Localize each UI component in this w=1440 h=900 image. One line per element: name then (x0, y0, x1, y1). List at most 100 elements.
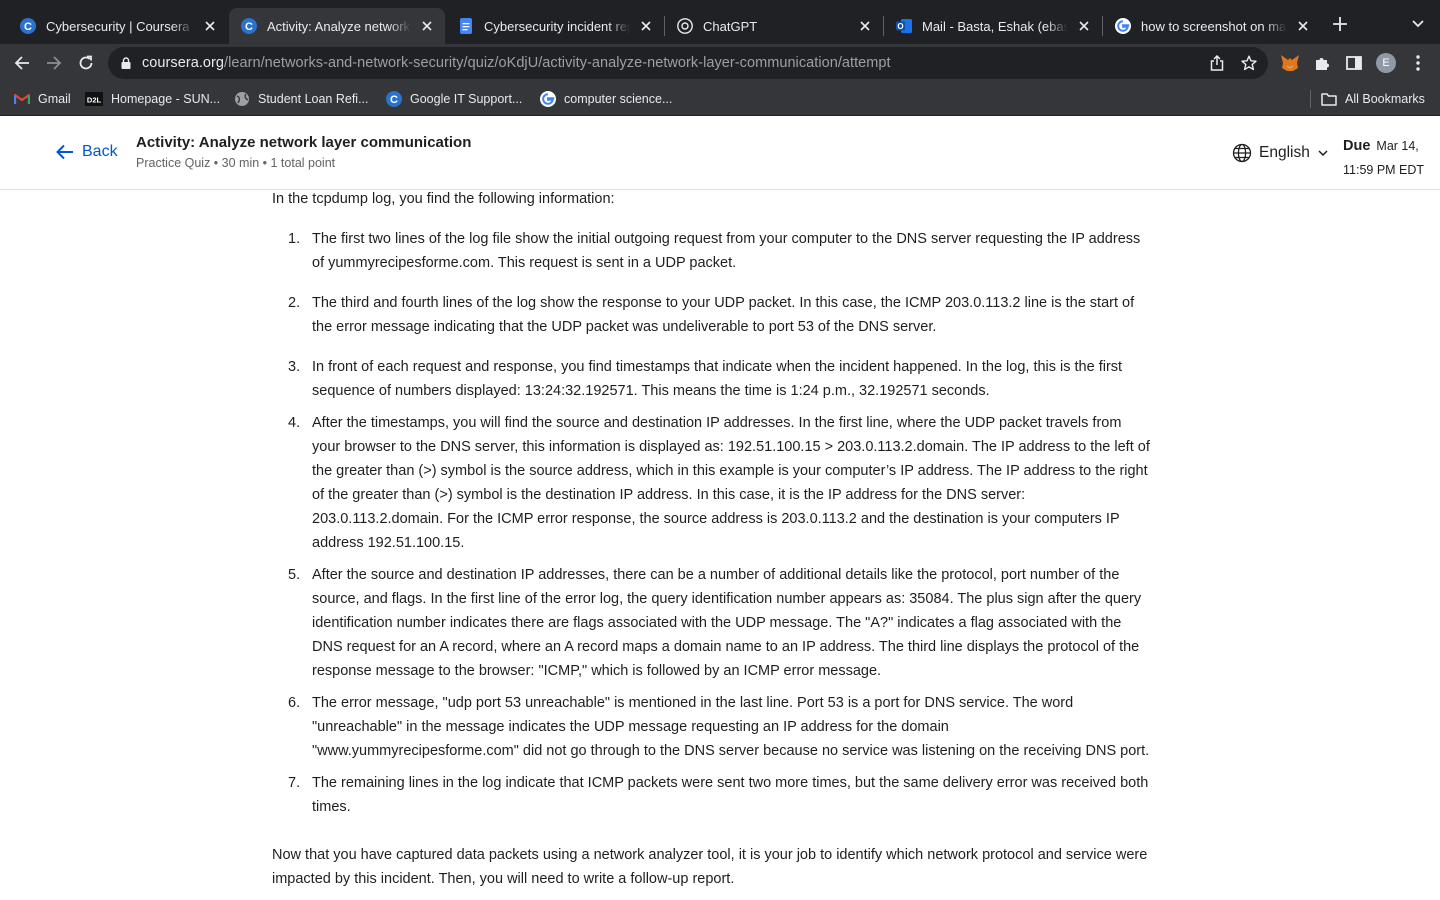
tab-strip: C Cybersecurity | Coursera C Activity: A… (0, 0, 1440, 44)
bookmark-label: computer science... (564, 92, 673, 106)
extensions-puzzle-icon[interactable] (1311, 52, 1333, 74)
tab-incident-report[interactable]: Cybersecurity incident report (446, 8, 664, 44)
due-label: Due (1343, 138, 1371, 154)
reload-icon[interactable] (74, 51, 98, 75)
bookmark-student-loan[interactable]: Student Loan Refi... (234, 90, 369, 108)
browser-toolbar: coursera.org/learn/networks-and-network-… (0, 44, 1440, 82)
bookmarks-divider (1310, 90, 1311, 108)
google-docs-icon (458, 18, 474, 34)
bookmark-label: Homepage - SUN... (111, 92, 221, 106)
list-item: 6. The error message, "udp port 53 unreac… (272, 691, 1152, 763)
list-item: 3. In front of each request and response,… (272, 355, 1152, 403)
list-item-text: The first two lines of the log file show… (312, 231, 1141, 271)
language-label: English (1259, 144, 1310, 161)
bookmark-computer-science[interactable]: computer science... (540, 90, 672, 108)
quiz-content: In the tcpdump log, you find the followi… (272, 187, 1152, 891)
due-date-line1: Mar 14, (1376, 139, 1419, 153)
back-arrow-icon[interactable] (10, 51, 34, 75)
close-icon[interactable] (1076, 18, 1092, 34)
bookmark-gmail[interactable]: Gmail (14, 90, 71, 108)
quiz-meta: Practice Quiz • 30 min • 1 total point (136, 156, 336, 170)
lock-icon[interactable] (118, 55, 134, 71)
url-host: coursera.org (142, 55, 224, 71)
arrow-left-icon (56, 144, 73, 160)
list-item-text: In front of each request and response, y… (312, 359, 1123, 399)
url-path: /learn/networks-and-network-security/qui… (224, 55, 891, 71)
coursera-icon: C (241, 18, 257, 34)
tab-title: how to screenshot on mac (1141, 18, 1287, 34)
chevron-down-icon (1318, 150, 1328, 156)
intro-paragraph: In the tcpdump log, you find the followi… (272, 191, 615, 207)
globe-icon (234, 91, 250, 107)
list-number: 6. (288, 695, 301, 711)
tab-google-search[interactable]: how to screenshot on mac (1103, 8, 1321, 44)
bookmark-homepage-sun[interactable]: D2L Homepage - SUN... (85, 90, 220, 108)
quiz-header: Back Activity: Analyze network layer com… (0, 117, 1440, 190)
close-icon[interactable] (202, 18, 218, 34)
list-item-text: After the timestamps, you will find the … (312, 415, 1150, 551)
list-item: 4. After the timestamps, you will find th… (272, 411, 1152, 555)
tab-title: Cybersecurity | Coursera (46, 18, 194, 34)
bookmark-label: Google IT Support... (410, 92, 523, 106)
page-title: Activity: Analyze network layer communic… (136, 134, 472, 151)
list-item: 2. The third and fourth lines of the log … (272, 291, 1152, 339)
new-tab-button[interactable] (1328, 12, 1352, 36)
close-icon[interactable] (1295, 18, 1311, 34)
svg-text:C: C (245, 21, 253, 33)
list-number: 3. (288, 359, 301, 375)
list-number: 5. (288, 567, 301, 583)
bookmark-label: Gmail (38, 92, 71, 106)
url-text: coursera.org/learn/networks-and-network-… (142, 55, 891, 71)
language-selector[interactable]: English (1232, 143, 1328, 163)
due-date: Due Mar 14, 11:59 PM EDT (1343, 134, 1433, 182)
coursera-icon: C (386, 91, 402, 107)
tab-search-button[interactable] (1406, 12, 1430, 36)
d2l-icon: D2L (85, 91, 103, 107)
folder-icon (1321, 91, 1337, 107)
close-icon[interactable] (419, 18, 435, 34)
metamask-icon[interactable] (1279, 52, 1301, 74)
close-icon[interactable] (638, 18, 654, 34)
coursera-icon: C (20, 18, 36, 34)
share-icon[interactable] (1208, 54, 1226, 72)
list-number: 2. (288, 295, 301, 311)
list-number: 7. (288, 775, 301, 791)
tab-title: Mail - Basta, Eshak (ebast2 (922, 18, 1068, 34)
svg-text:C: C (390, 94, 398, 106)
globe-icon (1232, 143, 1252, 163)
all-bookmarks-button[interactable]: All Bookmarks (1321, 90, 1425, 108)
close-icon[interactable] (857, 18, 873, 34)
google-icon (1115, 18, 1131, 34)
svg-text:O: O (897, 22, 903, 31)
back-label: Back (82, 143, 118, 160)
findings-list: 1. The first two lines of the log file sh… (272, 227, 1152, 819)
closing-paragraph: Now that you have captured data packets … (272, 847, 1148, 887)
gmail-icon (14, 91, 30, 107)
tab-title: Cybersecurity incident report (484, 18, 630, 34)
tab-analyze-network-layer[interactable]: C Activity: Analyze network layer commun… (229, 8, 445, 44)
tab-chatgpt[interactable]: ChatGPT (665, 8, 883, 44)
tab-cybersecurity-coursera[interactable]: C Cybersecurity | Coursera (8, 8, 228, 44)
svg-text:C: C (24, 21, 32, 33)
list-number: 4. (288, 415, 301, 431)
tab-title: ChatGPT (703, 18, 849, 34)
list-item: 5. After the source and destination IP ad… (272, 563, 1152, 683)
side-panel-icon[interactable] (1343, 52, 1365, 74)
bookmark-star-icon[interactable] (1240, 54, 1258, 72)
all-bookmarks-label: All Bookmarks (1345, 92, 1425, 106)
chatgpt-icon (677, 18, 693, 34)
tab-title: Activity: Analyze network layer communic… (267, 18, 411, 34)
profile-avatar[interactable]: E (1376, 53, 1396, 73)
list-item-text: The error message, "udp port 53 unreacha… (312, 695, 1150, 759)
due-date-line2: 11:59 PM EDT (1343, 163, 1425, 177)
tab-mail[interactable]: O Mail - Basta, Eshak (ebast2 (884, 8, 1102, 44)
address-bar[interactable]: coursera.org/learn/networks-and-network-… (108, 47, 1268, 79)
bookmarks-bar: Gmail D2L Homepage - SUN... Student Loan… (0, 82, 1440, 116)
forward-arrow-icon[interactable] (42, 51, 66, 75)
bookmark-google-it-support[interactable]: C Google IT Support... (386, 90, 522, 108)
more-vert-icon[interactable] (1407, 52, 1429, 74)
back-button[interactable]: Back (56, 143, 118, 161)
list-item-text: After the source and destination IP addr… (312, 567, 1142, 679)
google-icon (540, 91, 556, 107)
bookmark-label: Student Loan Refi... (258, 92, 369, 106)
